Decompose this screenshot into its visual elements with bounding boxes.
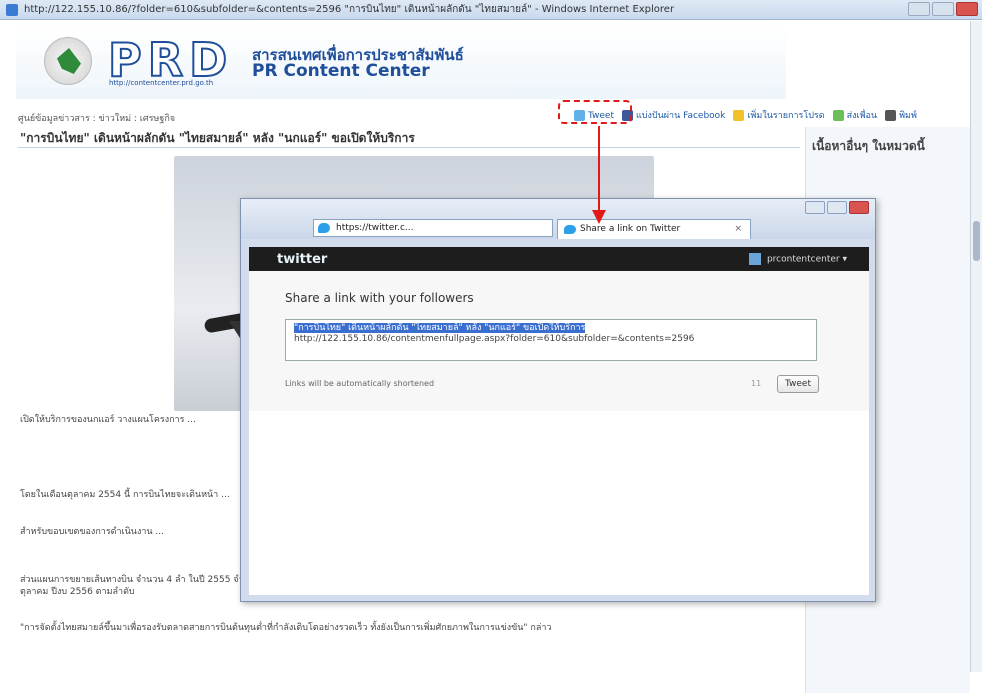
twitter-popup-window: https://twitter.c... Share a link on Twi… xyxy=(240,198,876,602)
tweet-url: http://122.155.10.86/contentmenfullpage.… xyxy=(294,334,695,344)
article-paragraph: "การจัดตั้งไทยสมายล์ขึ้นมาเพื่อรองรับตลา… xyxy=(20,623,552,633)
avatar xyxy=(748,253,761,265)
article-paragraph: สำหรับขอบเขตของการดำเนินงาน ... xyxy=(20,527,164,537)
star-icon xyxy=(733,110,745,121)
popup-close-button[interactable] xyxy=(849,201,869,214)
breadcrumb[interactable]: ศูนย์ข้อมูลข่าวสาร : ข่าวใหม่ : เศรษฐกิจ xyxy=(18,111,175,125)
popup-blank-area xyxy=(249,411,869,595)
twitter-logo[interactable]: twitter xyxy=(277,252,327,267)
share-form: Share a link with your followers "การบิน… xyxy=(249,271,869,411)
tab-share-link[interactable]: Share a link on Twitter × xyxy=(557,219,751,239)
send-icon xyxy=(832,110,844,121)
share-heading: Share a link with your followers xyxy=(285,291,474,305)
popup-tab-strip: https://twitter.c... Share a link on Twi… xyxy=(241,199,875,239)
print-link[interactable]: พิมพ์ xyxy=(885,108,917,122)
article-paragraph: โดยในเดือนตุลาคม 2554 นี้ การบินไทยจะเดิ… xyxy=(20,490,230,500)
toolbar-row: ศูนย์ข้อมูลข่าวสาร : ข่าวใหม่ : เศรษฐกิจ… xyxy=(16,108,970,126)
prd-logo-url: http://contentcenter.prd.go.th xyxy=(109,79,214,87)
close-icon[interactable]: × xyxy=(734,220,742,238)
tweet-button[interactable]: Tweet xyxy=(777,375,819,393)
ie-icon xyxy=(6,3,18,16)
tweet-selected-text: "การบินไทย" เดินหน้าผลักดัน "ไทยสมายล์" … xyxy=(294,323,586,333)
brand-english: PR Content Center xyxy=(252,61,430,81)
shorten-note: Links will be automatically shortened xyxy=(285,379,435,388)
tweet-highlight-box xyxy=(558,100,632,124)
twitter-bird-icon xyxy=(318,223,330,233)
tweet-textarea[interactable]: "การบินไทย" เดินหน้าผลักดัน "ไทยสมายล์" … xyxy=(285,319,817,361)
facebook-link[interactable]: แบ่งปันผ่าน Facebook xyxy=(621,108,725,122)
minimize-button[interactable] xyxy=(908,2,930,16)
article-paragraph: เปิดให้บริการของนกแอร์ วางแผนโครงการ ... xyxy=(20,415,196,425)
maximize-button[interactable] xyxy=(932,2,954,16)
window-controls xyxy=(908,2,978,16)
article-title: "การบินไทย" เดินหน้าผลักดัน "ไทยสมายล์" … xyxy=(20,131,415,145)
browser-titlebar: http://122.155.10.86/?folder=610&subfold… xyxy=(0,0,982,20)
popup-minimize-button[interactable] xyxy=(805,201,825,214)
char-count: 11 xyxy=(751,379,762,388)
popup-address-bar[interactable]: https://twitter.c... xyxy=(313,219,553,237)
user-menu[interactable]: prcontentcenter ▾ xyxy=(748,253,847,265)
prd-logo[interactable]: PRD xyxy=(107,36,233,84)
favorite-link[interactable]: เพิ่มในรายการโปรด xyxy=(733,108,825,122)
prd-emblem-icon xyxy=(44,37,92,85)
sidebar-title: เนื้อหาอื่นๆ ในหมวดนี้ xyxy=(812,139,925,153)
twitter-topbar: twitter prcontentcenter ▾ xyxy=(249,247,869,271)
divider xyxy=(18,147,800,148)
popup-window-controls xyxy=(805,201,869,214)
close-button[interactable] xyxy=(956,2,978,16)
twitter-bird-icon xyxy=(564,225,576,234)
site-header: PRD http://contentcenter.prd.go.th สารสน… xyxy=(16,27,786,99)
page-scrollbar[interactable] xyxy=(970,21,982,672)
send-link[interactable]: ส่งเพื่อน xyxy=(832,108,877,122)
popup-maximize-button[interactable] xyxy=(827,201,847,214)
printer-icon xyxy=(885,110,897,121)
browser-title: http://122.155.10.86/?folder=610&subfold… xyxy=(24,4,675,15)
